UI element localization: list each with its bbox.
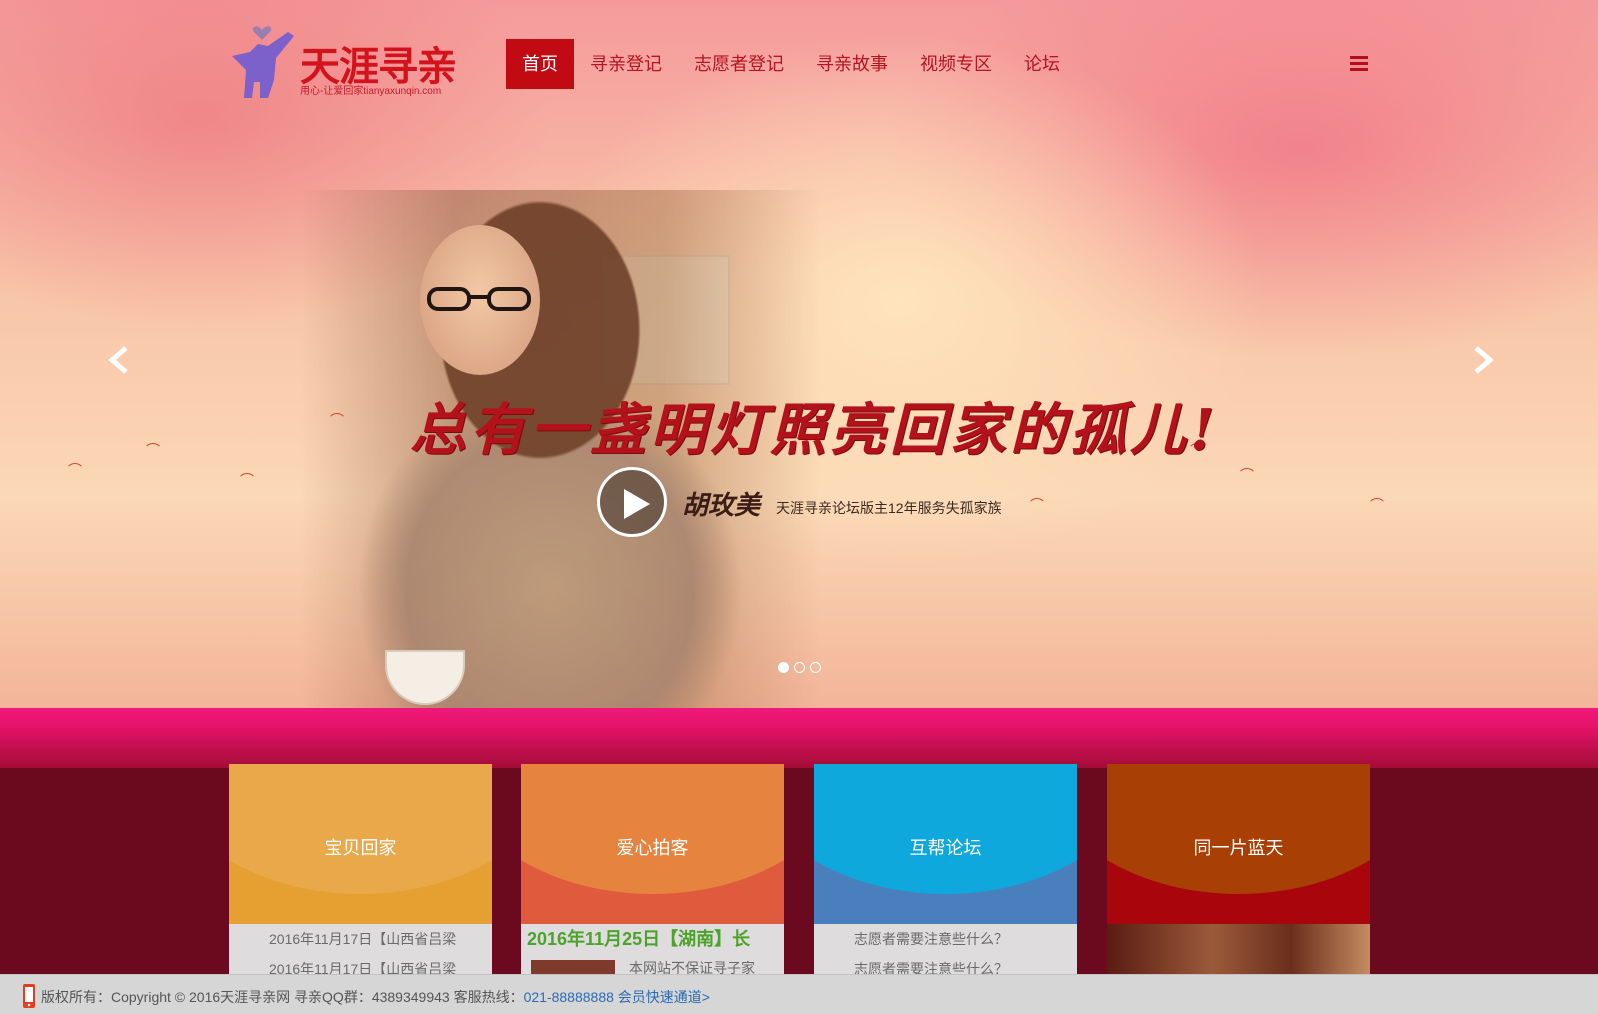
logo-tagline: 用心-让爱回家tianyaxunqin.com: [300, 86, 442, 97]
carousel-dot-1[interactable]: [778, 662, 789, 673]
card-title: 互帮论坛: [909, 838, 982, 858]
news-thumbnail[interactable]: [531, 960, 615, 974]
footer-bar: 版权所有：Copyright © 2016天涯寻亲网 寻亲QQ群：4389349…: [0, 974, 1598, 1014]
nav-item-forum[interactable]: 论坛: [1008, 39, 1076, 89]
nav-item-videos[interactable]: 视频专区: [904, 39, 1008, 89]
news-summary: 本网站不保证寻子家: [629, 960, 755, 974]
news-headline[interactable]: 2016年11月25日【湖南】长: [521, 924, 784, 954]
card-title: 宝贝回家: [324, 838, 397, 858]
list-item[interactable]: 志愿者需要注意些什么？: [814, 954, 1077, 974]
carousel-prev-button[interactable]: [100, 340, 140, 380]
bird-icon: ⌒: [146, 442, 160, 458]
card-title: 同一片蓝天: [1193, 838, 1284, 858]
bird-icon: ⌒: [1030, 497, 1044, 513]
carousel-next-button[interactable]: [1462, 340, 1502, 380]
chevron-left-icon: [108, 346, 128, 374]
speaker-name: 胡玫美: [682, 491, 761, 521]
card-same-sky[interactable]: 同一片蓝天: [1107, 764, 1370, 974]
carousel-dot-2[interactable]: [794, 662, 805, 673]
list-item[interactable]: 2016年11月17日【山西省吕梁: [229, 954, 492, 974]
nav-item-stories[interactable]: 寻亲故事: [800, 39, 904, 89]
card-baby-home[interactable]: 宝贝回家 2016年11月17日【山西省吕梁 2016年11月17日【山西省吕梁: [229, 764, 492, 974]
nav-item-home[interactable]: 首页: [506, 39, 574, 89]
nav-item-volunteer[interactable]: 志愿者登记: [678, 39, 800, 89]
bird-icon: ⌒: [68, 462, 82, 478]
chevron-right-icon: [1474, 346, 1494, 374]
speaker-description: 天涯寻亲论坛版主12年服务失孤家族: [776, 500, 1002, 516]
copyright-text: 版权所有：Copyright © 2016天涯寻亲网 寻亲QQ群：4389349…: [41, 989, 524, 1005]
card-love-photographer[interactable]: 爱心拍客 2016年11月25日【湖南】长 本网站不保证寻子家: [521, 764, 784, 974]
hero-carousel: ⌒ ⌒ ⌒ ⌒ ⌒ ⌒ ⌒ ⌒ 总有一盏明灯照亮回家的孤儿! 胡玫美 天涯寻亲论…: [0, 0, 1598, 708]
member-quick-link[interactable]: 会员快速通道>: [618, 989, 710, 1005]
list-item[interactable]: 2016年11月17日【山西省吕梁: [229, 924, 492, 954]
bird-icon: ⌒: [1370, 497, 1384, 513]
carousel-indicators: [778, 662, 821, 673]
bird-icon: ⌒: [240, 472, 254, 488]
bird-icon: ⌒: [1240, 467, 1254, 483]
hamburger-icon[interactable]: [1350, 56, 1368, 72]
card-title: 爱心拍客: [616, 838, 689, 858]
mobile-phone-icon[interactable]: [22, 983, 36, 1009]
list-item[interactable]: 志愿者需要注意些什么？: [814, 924, 1077, 954]
glasses-icon: [427, 287, 531, 311]
main-nav: 首页 寻亲登记 志愿者登记 寻亲故事 视频专区 论坛: [506, 39, 1076, 89]
play-video-button[interactable]: [597, 467, 667, 537]
logo-figure-icon: [232, 26, 294, 98]
carousel-dot-3[interactable]: [810, 662, 821, 673]
card-photo: [1107, 924, 1370, 974]
section-band: [0, 708, 1598, 768]
card-mutual-forum[interactable]: 互帮论坛 志愿者需要注意些什么？ 志愿者需要注意些什么？: [814, 764, 1077, 974]
nav-item-register[interactable]: 寻亲登记: [574, 39, 678, 89]
hero-slogan: 总有一盏明灯照亮回家的孤儿!: [410, 397, 1219, 463]
hotline-link[interactable]: 021-88888888: [524, 989, 614, 1005]
bird-icon: ⌒: [330, 412, 344, 428]
play-icon: [624, 489, 650, 519]
site-logo[interactable]: 天涯寻亲 用心-让爱回家tianyaxunqin.com: [228, 22, 468, 102]
